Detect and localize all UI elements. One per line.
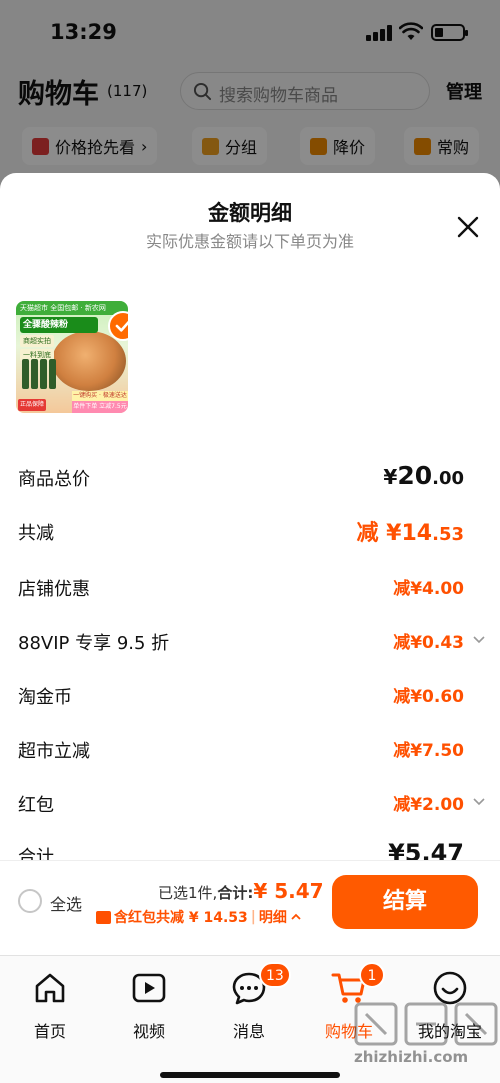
total-price: ¥ 5.47 — [253, 879, 324, 903]
chevron-up-icon[interactable] — [290, 912, 302, 922]
row-value: 减 ¥14.53 — [356, 521, 465, 546]
tab-label: 首页 — [33, 1022, 66, 1041]
row-value: 减¥0.43 — [393, 633, 464, 653]
watermark-logo — [354, 1002, 498, 1046]
discount-text: 含红包共减 ¥ 14.53 — [114, 910, 248, 926]
row-value: 减¥0.60 — [393, 687, 464, 707]
sheet-title: 金额明细 — [208, 201, 292, 225]
red-packet-icon — [96, 910, 111, 924]
row-value: 减¥2.00 — [393, 795, 464, 815]
detail-link[interactable]: 明细 — [259, 907, 287, 927]
row-label: 红包 — [18, 795, 54, 816]
select-all-radio[interactable] — [18, 889, 42, 913]
row-label: 超市立减 — [18, 741, 90, 762]
row-red-packet[interactable]: 红包 减¥2.00 — [0, 787, 500, 827]
row-label: 共减 — [18, 523, 54, 544]
home-indicator[interactable] — [160, 1072, 340, 1078]
row-supermarket-discount: 超市立减 减¥7.50 — [0, 733, 500, 773]
tab-home[interactable]: 首页 — [10, 966, 90, 1046]
thumb-food-image — [52, 331, 126, 391]
cart-badge: 1 — [359, 962, 385, 988]
thumb-package — [40, 359, 47, 389]
close-icon[interactable] — [454, 213, 482, 241]
watermark-text: zhizhizhi.com — [354, 1048, 469, 1066]
sheet-subtitle: 实际优惠金额请以下单页为准 — [145, 232, 354, 251]
row-value: 减¥7.50 — [393, 741, 464, 761]
thumb-package — [22, 359, 29, 389]
row-label: 商品总价 — [18, 469, 90, 490]
row-total-discount: 共减 减 ¥14.53 — [0, 515, 500, 555]
thumb-band: 天猫超市 全国包邮 · 新农网 — [16, 301, 128, 315]
row-value: ¥20.00 — [383, 461, 464, 490]
row-88vip-discount[interactable]: 88VIP 专享 9.5 折 减¥0.43 — [0, 625, 500, 665]
row-label: 淘金币 — [18, 687, 72, 708]
thumb-banner: 全骤酸辣粉 — [20, 317, 98, 333]
thumb-package — [49, 359, 56, 389]
message-badge: 13 — [259, 962, 291, 988]
row-taojinbi: 淘金币 减¥0.60 — [0, 679, 500, 719]
thumb-package — [31, 359, 38, 389]
tab-label: 消息 — [232, 1022, 265, 1041]
select-all-label[interactable]: 全选 — [50, 891, 82, 915]
watermark: zhizhizhi.com — [352, 1000, 500, 1082]
row-item-total: 商品总价 ¥20.00 — [0, 461, 500, 501]
tab-label: 视频 — [132, 1022, 165, 1041]
checkout-button[interactable]: 结算 — [332, 875, 478, 929]
thumb-footer: 一键购买 · 极速送达 — [72, 391, 128, 401]
selected-summary: 已选1件,合计:¥ 5.47 — [158, 879, 324, 903]
row-store-discount: 店铺优惠 减¥4.00 — [0, 571, 500, 611]
thumb-footer: 单件下单 立减7.5元 — [72, 401, 128, 413]
thumb-tag: 商超实拍 — [20, 335, 54, 347]
chevron-down-icon[interactable] — [472, 633, 486, 647]
row-value: 减¥4.00 — [393, 579, 464, 599]
row-label: 88VIP 专享 9.5 折 — [18, 633, 170, 654]
thumb-badge: 正品保障 — [18, 399, 46, 411]
chevron-down-icon[interactable] — [472, 795, 486, 809]
product-thumbnail[interactable]: 天猫超市 全国包邮 · 新农网 全骤酸辣粉 商超实拍 一料到底 一键购买 · 极… — [16, 301, 128, 413]
tab-video[interactable]: 视频 — [109, 966, 189, 1046]
checkout-bar: 全选 已选1件,合计:¥ 5.47 含红包共减 ¥ 14.53 | 明细 结算 — [0, 860, 500, 955]
video-icon — [132, 973, 166, 1003]
tab-messages[interactable]: 13 消息 — [209, 962, 291, 1046]
home-icon — [35, 973, 65, 1003]
row-label: 店铺优惠 — [18, 579, 90, 600]
discount-summary[interactable]: 含红包共减 ¥ 14.53 | 明细 — [96, 907, 302, 927]
